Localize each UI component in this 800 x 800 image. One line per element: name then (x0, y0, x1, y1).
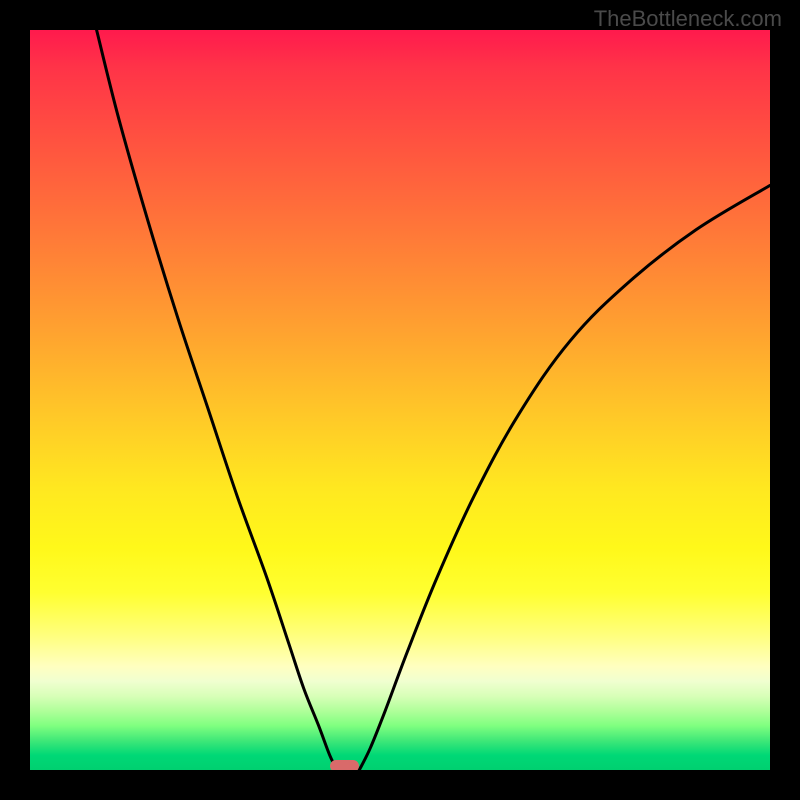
bottleneck-curve (30, 30, 770, 770)
plot-area (30, 30, 770, 770)
optimum-marker (330, 760, 358, 770)
watermark-text: TheBottleneck.com (594, 6, 782, 32)
